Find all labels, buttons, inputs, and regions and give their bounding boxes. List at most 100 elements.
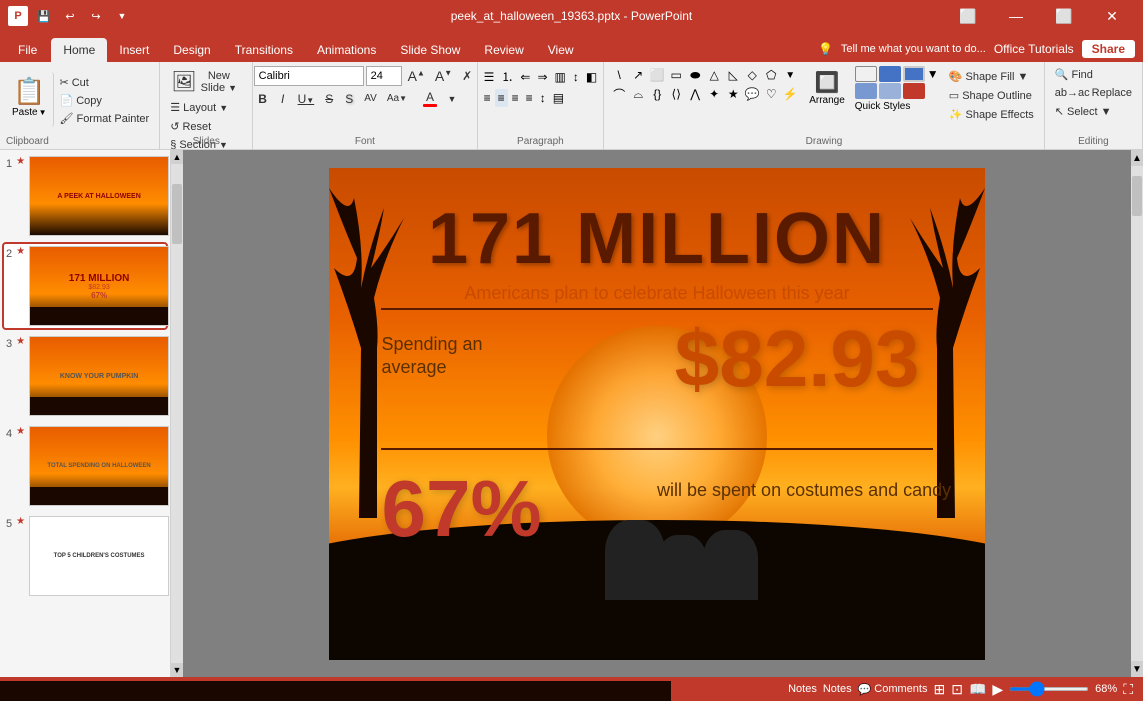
cut-button[interactable]: ✂Cut <box>56 74 154 91</box>
decrease-font-button[interactable]: A▼ <box>431 66 456 86</box>
slide-sorter-icon[interactable]: ⊡ <box>951 681 963 698</box>
notes-button[interactable]: Notes <box>788 683 817 695</box>
case-button[interactable]: Aa▼ <box>383 91 411 106</box>
font-color-dropdown[interactable]: ▼ <box>443 92 461 106</box>
shape-round-rect[interactable]: ▭ <box>667 66 685 84</box>
increase-indent-button[interactable]: ⇒ <box>534 68 550 86</box>
columns-button[interactable]: ▥ <box>552 68 569 86</box>
shape-outline-button[interactable]: ▭Shape Outline <box>945 87 1038 104</box>
slide-thumb-1[interactable]: 1 ★ A PEEK AT HALLOWEEN <box>4 154 166 238</box>
tell-me-input[interactable]: Tell me what you want to do... <box>841 43 986 55</box>
font-size-input[interactable] <box>366 66 402 86</box>
slide-thumb-4[interactable]: 4 ★ TOTAL SPENDING ON HALLOWEEN <box>4 424 166 508</box>
align-right-button[interactable]: ≡ <box>509 89 522 107</box>
shape-rt-triangle[interactable]: ◺ <box>724 66 742 84</box>
reset-button[interactable]: ↺Reset <box>166 118 215 135</box>
maximize-button[interactable]: ⬜ <box>1041 2 1087 30</box>
redo-icon[interactable]: ↪ <box>86 6 106 26</box>
find-button[interactable]: 🔍Find <box>1051 66 1136 83</box>
shape-pentagon[interactable]: ⬠ <box>762 66 780 84</box>
shape-fill-button[interactable]: 🎨Shape Fill ▼ <box>945 68 1038 85</box>
restore-window-icon[interactable]: ⬜ <box>945 2 991 30</box>
tab-review[interactable]: Review <box>472 38 535 62</box>
shape-brace[interactable]: ⟨⟩ <box>667 85 685 103</box>
paste-button[interactable]: 📋 Paste▼ <box>6 72 54 127</box>
tab-design[interactable]: Design <box>161 38 222 62</box>
shape-rect[interactable]: ⬜ <box>648 66 666 84</box>
shape-curve[interactable]: ⌒ <box>610 85 628 103</box>
normal-view-icon[interactable]: ⊞ <box>933 681 945 698</box>
italic-button[interactable]: I <box>274 90 292 108</box>
minimize-button[interactable]: — <box>993 2 1039 30</box>
qs-swatch-3[interactable] <box>903 66 925 82</box>
share-button[interactable]: Share <box>1082 40 1135 58</box>
tab-animations[interactable]: Animations <box>305 38 388 62</box>
copy-button[interactable]: 📄Copy <box>56 92 154 109</box>
tab-transitions[interactable]: Transitions <box>223 38 305 62</box>
comments-button[interactable]: 💬Comments <box>858 683 928 696</box>
slide-scroll-down[interactable]: ▼ <box>171 663 183 677</box>
font-name-input[interactable] <box>254 66 364 86</box>
shape-effects-button[interactable]: ✨Shape Effects <box>945 106 1038 123</box>
arrange-button[interactable]: 🔲 Arrange <box>801 66 853 137</box>
shape-lightning[interactable]: ⚡ <box>781 85 799 103</box>
replace-button[interactable]: ab→acReplace <box>1051 85 1136 101</box>
shape-heart[interactable]: ♡ <box>762 85 780 103</box>
notes-label[interactable]: Notes <box>823 683 852 695</box>
tab-slideshow[interactable]: Slide Show <box>388 38 472 62</box>
qs-swatch-2[interactable] <box>879 66 901 82</box>
canvas-scroll-up[interactable]: ▲ <box>1131 150 1143 166</box>
shape-triangle[interactable]: △ <box>705 66 723 84</box>
slide-canvas[interactable]: 171 MILLION Americans plan to celebrate … <box>329 168 985 660</box>
zoom-slider[interactable] <box>1009 687 1089 691</box>
canvas-scroll-down[interactable]: ▼ <box>1131 661 1143 677</box>
tab-view[interactable]: View <box>536 38 586 62</box>
tab-home[interactable]: Home <box>51 38 107 62</box>
shape-diamond[interactable]: ◇ <box>743 66 761 84</box>
justify-button[interactable]: ≡ <box>523 89 536 107</box>
slide-scroll-thumb[interactable] <box>172 184 182 244</box>
decrease-indent-button[interactable]: ⇐ <box>517 68 533 86</box>
shape-arrow[interactable]: ↗ <box>629 66 647 84</box>
align-left-button[interactable]: ≡ <box>481 89 494 107</box>
new-slide-button[interactable]: 🖼 NewSlide ▼ <box>166 66 246 97</box>
format-painter-button[interactable]: 🖌Format Painter <box>56 110 154 127</box>
shadow-button[interactable]: S <box>340 90 358 108</box>
shape-line[interactable]: \ <box>610 66 628 84</box>
shape-callout[interactable]: 💬 <box>743 85 761 103</box>
shape-arc[interactable]: ⌓ <box>629 85 647 103</box>
bullets-button[interactable]: ☰ <box>481 68 498 86</box>
clear-format-button[interactable]: ✗ <box>458 67 476 85</box>
align-center-button[interactable]: ≡ <box>495 89 508 107</box>
shape-oval[interactable]: ⬬ <box>686 66 704 84</box>
slide-thumb-3[interactable]: 3 ★ KNOW YOUR PUMPKIN <box>4 334 166 418</box>
undo-icon[interactable]: ↩ <box>60 6 80 26</box>
select-button[interactable]: ↖Select ▼ <box>1051 103 1136 120</box>
spacing-button[interactable]: AV <box>360 91 381 106</box>
increase-font-button[interactable]: A▲ <box>404 66 429 86</box>
tab-insert[interactable]: Insert <box>107 38 161 62</box>
slide-thumb-5[interactable]: 5 ★ TOP 5 CHILDREN'S COSTUMES <box>4 514 166 598</box>
smart-art-button[interactable]: ◧ <box>583 68 600 86</box>
shape-star5[interactable]: ★ <box>724 85 742 103</box>
shape-chevron[interactable]: ⋀ <box>686 85 704 103</box>
shape-star4[interactable]: ✦ <box>705 85 723 103</box>
close-button[interactable]: ✕ <box>1089 2 1135 30</box>
slideshow-icon[interactable]: ▶ <box>992 681 1003 698</box>
slide-thumb-2[interactable]: 2 ★ 171 MILLION $82.93 67% <box>4 244 166 328</box>
customize-icon[interactable]: ▼ <box>112 6 132 26</box>
underline-button[interactable]: U▼ <box>294 90 319 108</box>
office-tutorials-link[interactable]: Office Tutorials <box>994 42 1074 56</box>
font-color-button[interactable]: A <box>419 88 441 109</box>
strikethrough-button[interactable]: S <box>320 90 338 108</box>
tab-file[interactable]: File <box>4 38 51 62</box>
paragraph-spacing-button[interactable]: ▤ <box>550 89 567 107</box>
save-icon[interactable]: 💾 <box>34 6 54 26</box>
layout-button[interactable]: ☰Layout ▼ <box>166 99 232 116</box>
text-direction-button[interactable]: ↕ <box>570 68 582 86</box>
bold-button[interactable]: B <box>254 90 272 108</box>
qs-swatch-5[interactable] <box>879 83 901 99</box>
qs-swatch-1[interactable] <box>855 66 877 82</box>
canvas-scroll-thumb[interactable] <box>1132 176 1142 216</box>
reading-view-icon[interactable]: 📖 <box>969 681 986 698</box>
